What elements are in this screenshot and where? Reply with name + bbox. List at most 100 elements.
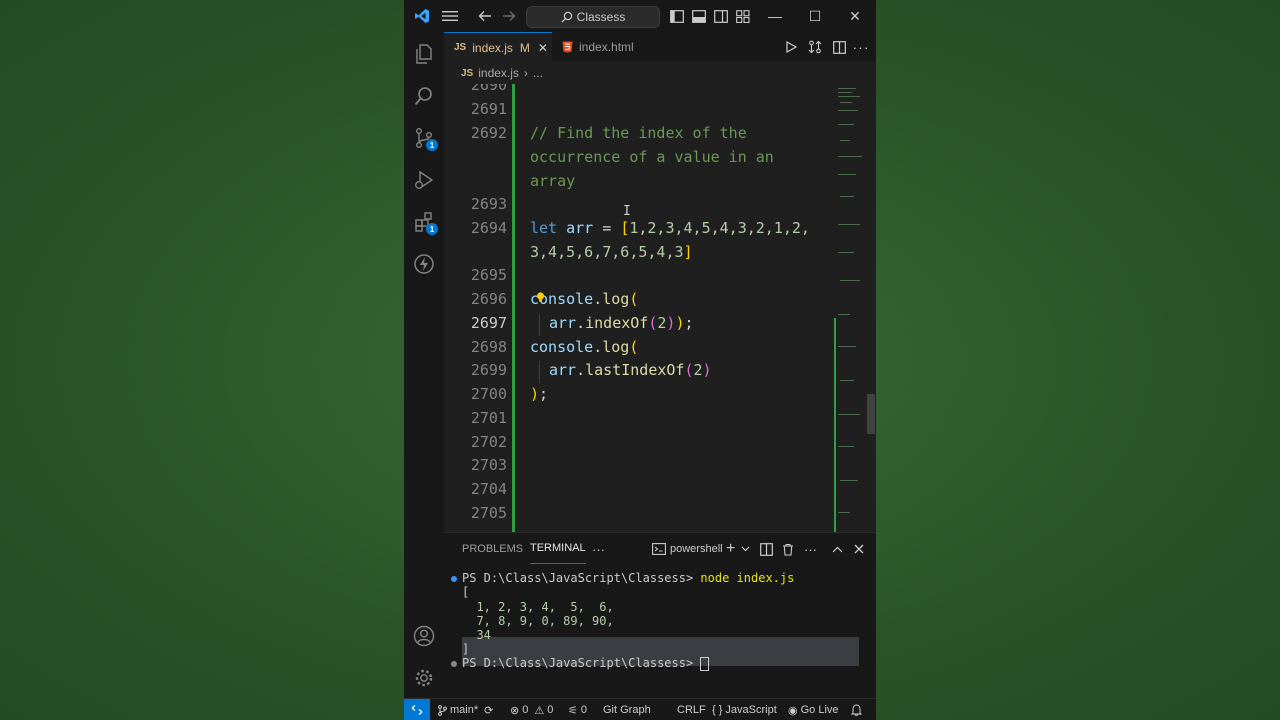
toggle-secondary-sidebar-icon[interactable] bbox=[712, 0, 730, 32]
source-control-badge: 1 bbox=[426, 139, 438, 151]
code-content[interactable]: // Find the index of the occurrence of a… bbox=[530, 84, 830, 532]
title-bar: Classess — ☐ ✕ bbox=[404, 0, 876, 32]
js-file-icon: JS bbox=[461, 67, 474, 79]
search-icon[interactable] bbox=[404, 76, 444, 116]
tab-terminal[interactable]: TERMINAL bbox=[530, 533, 586, 564]
line-number: 2698 bbox=[470, 338, 507, 356]
problems-indicator[interactable]: ⊗ 0 ⚠ 0 bbox=[510, 699, 553, 720]
line-number: 2702 bbox=[470, 433, 507, 451]
terminal-output[interactable]: PS D:\Class\JavaScript\Classess> node in… bbox=[444, 571, 876, 699]
go-live-button[interactable]: ◉ Go Live bbox=[788, 699, 839, 720]
maximize-button[interactable]: ☐ bbox=[802, 0, 828, 32]
minimize-button[interactable]: — bbox=[762, 0, 788, 32]
command-dot bbox=[451, 661, 457, 667]
toggle-primary-sidebar-icon[interactable] bbox=[668, 0, 686, 32]
code-editor[interactable]: 2690 2691 2692 2693 2694 2695 2696 2697 … bbox=[444, 84, 876, 532]
run-file-icon[interactable] bbox=[780, 32, 802, 62]
warning-icon: ⚠ bbox=[534, 704, 545, 717]
chevron-down-icon[interactable] bbox=[741, 533, 750, 565]
notifications-bell-icon[interactable] bbox=[851, 699, 862, 720]
line-number: 2690 bbox=[470, 84, 507, 94]
code-line-let-arr: let arr = [1,2,3,4,5,4,3,2,1,2, bbox=[530, 219, 810, 237]
menu-icon[interactable] bbox=[438, 0, 462, 32]
terminal-output-line: 1, 2, 3, 4, 5, 6, bbox=[462, 600, 614, 614]
toggle-panel-icon[interactable] bbox=[690, 0, 708, 32]
code-line-close: ); bbox=[530, 385, 549, 403]
editor-tabs: JS index.js M ✕ index.html ··· bbox=[444, 32, 876, 62]
accounts-icon[interactable] bbox=[404, 616, 444, 656]
terminal-output-line: 34 bbox=[462, 628, 491, 642]
branch-icon bbox=[438, 704, 447, 716]
tab-index-html[interactable]: index.html bbox=[552, 32, 662, 62]
line-number: 2699 bbox=[470, 361, 507, 379]
line-number-gutter: 2690 2691 2692 2693 2694 2695 2696 2697 … bbox=[444, 84, 510, 532]
command-success-dot bbox=[451, 576, 457, 582]
customize-layout-icon[interactable] bbox=[734, 0, 752, 32]
terminal-output-line: ] bbox=[462, 642, 470, 656]
open-changes-icon[interactable] bbox=[804, 32, 826, 62]
settings-gear-icon[interactable] bbox=[404, 658, 444, 698]
line-number: 2701 bbox=[470, 409, 507, 427]
ports-icon: ⚟ bbox=[568, 704, 578, 717]
language-mode-selector[interactable]: { } JavaScript bbox=[712, 699, 777, 720]
ports-indicator[interactable]: ⚟ 0 bbox=[568, 699, 587, 720]
lightbulb-icon[interactable] bbox=[536, 288, 545, 302]
editor-scrollbar[interactable] bbox=[867, 394, 875, 434]
forward-arrow-icon[interactable] bbox=[498, 0, 520, 32]
tab-label: index.html bbox=[579, 40, 634, 54]
comment-line: occurrence of a value in an bbox=[530, 148, 774, 166]
terminal-prompt-line: PS D:\Class\JavaScript\Classess> node in… bbox=[462, 571, 795, 585]
indent-guide bbox=[539, 361, 540, 383]
line-number: 2694 bbox=[470, 219, 507, 237]
git-graph-button[interactable]: Git Graph bbox=[603, 699, 651, 720]
line-number: 2691 bbox=[470, 100, 507, 118]
code-line-console-log: console.log( bbox=[530, 290, 639, 308]
explorer-icon[interactable] bbox=[404, 34, 444, 74]
back-arrow-icon[interactable] bbox=[474, 0, 496, 32]
line-number: 2695 bbox=[470, 266, 507, 284]
line-number: 2693 bbox=[470, 195, 507, 213]
terminal-more-icon[interactable]: ··· bbox=[804, 533, 817, 565]
tab-index-js[interactable]: JS index.js M ✕ bbox=[444, 32, 552, 62]
activity-bar: 1 1 bbox=[404, 32, 444, 698]
trash-icon[interactable] bbox=[782, 533, 794, 565]
thunder-client-icon[interactable] bbox=[404, 244, 444, 284]
git-branch[interactable]: main* ⟳ bbox=[438, 699, 493, 720]
line-ending-selector[interactable]: CRLF bbox=[677, 699, 706, 720]
line-number: 2696 bbox=[470, 290, 507, 308]
broadcast-icon: ◉ bbox=[788, 704, 798, 717]
breadcrumb: JS index.js › ... bbox=[444, 62, 876, 84]
breadcrumb-more[interactable]: ... bbox=[533, 66, 543, 80]
close-tab-icon[interactable]: ✕ bbox=[538, 41, 548, 55]
tab-problems[interactable]: PROBLEMS bbox=[462, 533, 523, 565]
new-terminal-button[interactable]: + bbox=[726, 533, 735, 565]
source-control-icon[interactable]: 1 bbox=[404, 118, 444, 158]
terminal-cursor bbox=[700, 656, 710, 671]
terminal-shell-selector[interactable]: powershell bbox=[652, 533, 723, 565]
modified-indicator: M bbox=[519, 40, 530, 55]
indent-guide bbox=[539, 314, 540, 336]
close-window-button[interactable]: ✕ bbox=[842, 0, 868, 32]
html5-icon bbox=[562, 41, 573, 53]
remote-icon bbox=[411, 705, 423, 715]
git-modified-indicator bbox=[512, 84, 515, 532]
terminal-output-line: [ bbox=[462, 585, 470, 599]
breadcrumb-file[interactable]: index.js bbox=[478, 66, 519, 80]
braces-icon: { } bbox=[712, 704, 723, 716]
more-actions-icon[interactable]: ··· bbox=[850, 32, 872, 62]
maximize-panel-icon[interactable] bbox=[832, 533, 843, 565]
code-line-indexof: arr.indexOf(2)); bbox=[549, 314, 694, 332]
panel-more-icon[interactable]: ··· bbox=[592, 533, 605, 565]
extensions-icon[interactable]: 1 bbox=[404, 202, 444, 242]
command-center-search[interactable]: Classess bbox=[526, 6, 660, 28]
minimap[interactable] bbox=[834, 84, 866, 532]
remote-indicator[interactable] bbox=[404, 699, 430, 720]
run-debug-icon[interactable] bbox=[404, 160, 444, 200]
status-bar: main* ⟳ ⊗ 0 ⚠ 0 ⚟ 0 Git Graph CRLF { } JavaS… bbox=[404, 698, 876, 720]
command-center-label: Classess bbox=[576, 10, 626, 24]
js-file-icon: JS bbox=[454, 42, 467, 53]
close-panel-icon[interactable] bbox=[854, 533, 864, 565]
line-number: 2700 bbox=[470, 385, 507, 403]
split-terminal-icon[interactable] bbox=[760, 533, 773, 565]
split-editor-icon[interactable] bbox=[828, 32, 850, 62]
